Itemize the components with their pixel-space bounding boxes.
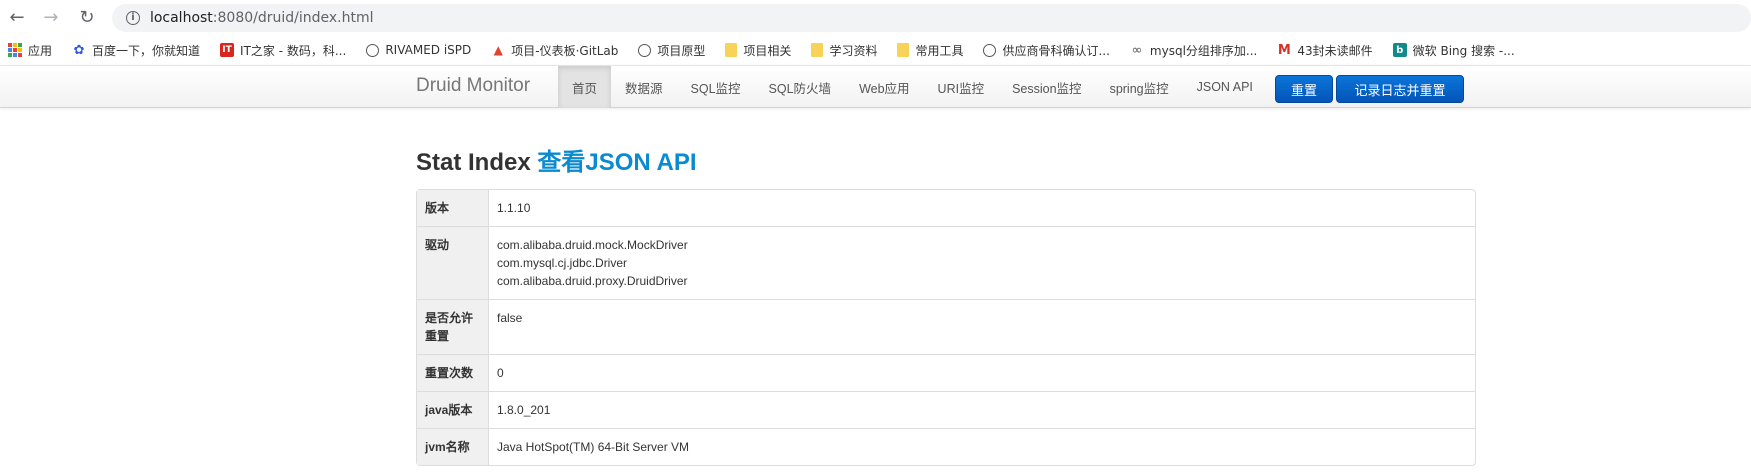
bookmark-supplier[interactable]: 供应商骨科确认订... [983,42,1110,59]
globe-icon [638,43,652,57]
bookmark-label: 微软 Bing 搜索 -... [1412,43,1515,58]
stat-value-line: 1.8.0_201 [497,403,551,417]
reset-button[interactable]: 重置 [1275,75,1333,103]
apps-icon [8,43,22,57]
bookmark-mysql[interactable]: ∞ mysql分组排序加... [1130,42,1258,59]
bookmark-label: 供应商骨科确认订... [1002,43,1110,58]
nav-item-json-api[interactable]: JSON API [1183,66,1267,108]
bookmark-apps[interactable]: 应用 [8,42,52,59]
brand-title[interactable]: Druid Monitor [416,75,530,97]
url-path: :8080/druid/index.html [212,9,374,26]
table-row: 重置次数 0 [417,354,1475,391]
nav-item-sql-firewall[interactable]: SQL防火墙 [755,66,846,108]
stat-value: 0 [489,354,1475,391]
page-title-text: Stat Index [416,149,531,176]
stat-key: jvm名称 [417,428,489,465]
stat-value-line: com.alibaba.druid.proxy.DruidDriver [497,274,688,288]
bookmark-gmail[interactable]: M 43封未读邮件 [1277,42,1373,59]
nav-item-session-monitor[interactable]: Session监控 [998,66,1095,108]
globe-icon [366,43,380,57]
stat-key: 是否允许重置 [417,299,489,354]
stat-value: Java HotSpot(TM) 64-Bit Server VM [489,428,1475,465]
address-bar[interactable]: i localhost:8080/druid/index.html [111,3,1751,32]
bookmark-prototype[interactable]: 项目原型 [638,42,705,59]
bookmark-tools[interactable]: 常用工具 [897,42,963,59]
mysql-dolphin-icon: ∞ [1131,42,1143,58]
stat-key: java版本 [417,391,489,428]
nav-item-sql-monitor[interactable]: SQL监控 [677,66,755,108]
forward-arrow-icon[interactable]: → [40,7,62,29]
stat-value-line: 0 [497,366,504,380]
folder-icon [897,43,910,57]
bookmark-bing[interactable]: b 微软 Bing 搜索 -... [1392,42,1515,59]
stat-value-line: Java HotSpot(TM) 64-Bit Server VM [497,440,690,454]
stat-key: 重置次数 [417,354,489,391]
bookmark-label: 项目-仪表板·GitLab [511,43,619,58]
druid-navbar: Druid Monitor 首页 数据源 SQL监控 SQL防火墙 Web应用 … [0,65,1751,108]
bookmark-rivamed[interactable]: RIVAMED iSPD [366,43,471,57]
bookmarks-bar: 应用 ✿ 百度一下，你就知道 IT IT之家 - 数码，科... RIVAMED… [0,35,1751,65]
table-row: 版本 1.1.10 [417,190,1475,226]
stat-value-line: com.mysql.cj.jdbc.Driver [497,256,628,270]
gmail-icon: M [1277,42,1291,58]
gitlab-fox-icon: ▲ [493,43,503,57]
table-row: java版本 1.8.0_201 [417,391,1475,428]
json-api-link[interactable]: 查看JSON API [537,149,696,176]
bookmark-label: 百度一下，你就知道 [92,43,201,58]
table-row: 是否允许重置 false [417,299,1475,354]
log-and-reset-button[interactable]: 记录日志并重置 [1336,75,1464,103]
stat-value-line: false [497,311,523,325]
bookmark-project-related[interactable]: 项目相关 [725,42,791,59]
bing-icon: b [1392,43,1407,57]
stat-key: 驱动 [417,226,489,299]
bookmark-gitlab[interactable]: ▲ 项目-仪表板·GitLab [491,42,619,59]
stat-key: 版本 [417,190,489,226]
bookmark-label: 常用工具 [915,43,964,58]
bookmark-label: 项目原型 [657,43,706,58]
page-title: Stat Index 查看JSON API [416,142,697,177]
stat-value-line: 1.1.10 [497,201,531,215]
info-icon[interactable]: i [125,10,140,25]
folder-icon [811,43,824,57]
nav-item-uri-monitor[interactable]: URI监控 [924,66,999,108]
browser-toolbar: ← → ↻ i localhost:8080/druid/index.html [0,0,1751,35]
globe-icon [983,43,997,57]
ithome-icon: IT [220,43,235,57]
table-row: jvm名称 Java HotSpot(TM) 64-Bit Server VM [417,428,1475,465]
stat-value-line: com.alibaba.druid.mock.MockDriver [497,238,688,252]
bookmark-ithome[interactable]: IT IT之家 - 数码，科... [220,42,346,59]
bookmark-label: 应用 [28,43,53,58]
bookmark-study[interactable]: 学习资料 [811,42,877,59]
folder-icon [725,43,738,57]
stat-table: 版本 1.1.10 驱动 com.alibaba.druid.mock.MockDri… [416,189,1476,466]
table-row: 驱动 com.alibaba.druid.mock.MockDriver com.m… [417,226,1475,299]
stat-value: 1.8.0_201 [489,391,1475,428]
back-arrow-icon[interactable]: ← [6,7,28,29]
baidu-paw-icon: ✿ [73,42,85,58]
nav-item-web-app[interactable]: Web应用 [845,66,923,108]
url-host: localhost [149,9,213,26]
bookmark-label: IT之家 - 数码，科... [240,43,347,58]
nav-item-datasource[interactable]: 数据源 [611,66,677,108]
stat-value: com.alibaba.druid.mock.MockDriver com.mys… [489,226,1475,299]
nav-menu: 首页 数据源 SQL监控 SQL防火墙 Web应用 URI监控 Session监… [558,66,1267,108]
stat-value: 1.1.10 [489,190,1475,226]
stat-value: false [489,299,1475,354]
bookmark-label: 项目相关 [743,43,792,58]
bookmark-label: 学习资料 [829,43,878,58]
bookmark-label: 43封未读邮件 [1297,43,1373,58]
bookmark-label: mysql分组排序加... [1149,43,1258,58]
bookmark-label: RIVAMED iSPD [385,43,472,57]
nav-item-spring-monitor[interactable]: spring监控 [1096,66,1183,108]
reload-icon[interactable]: ↻ [76,7,98,29]
nav-item-home[interactable]: 首页 [558,66,612,108]
bookmark-baidu[interactable]: ✿ 百度一下，你就知道 [72,42,200,59]
